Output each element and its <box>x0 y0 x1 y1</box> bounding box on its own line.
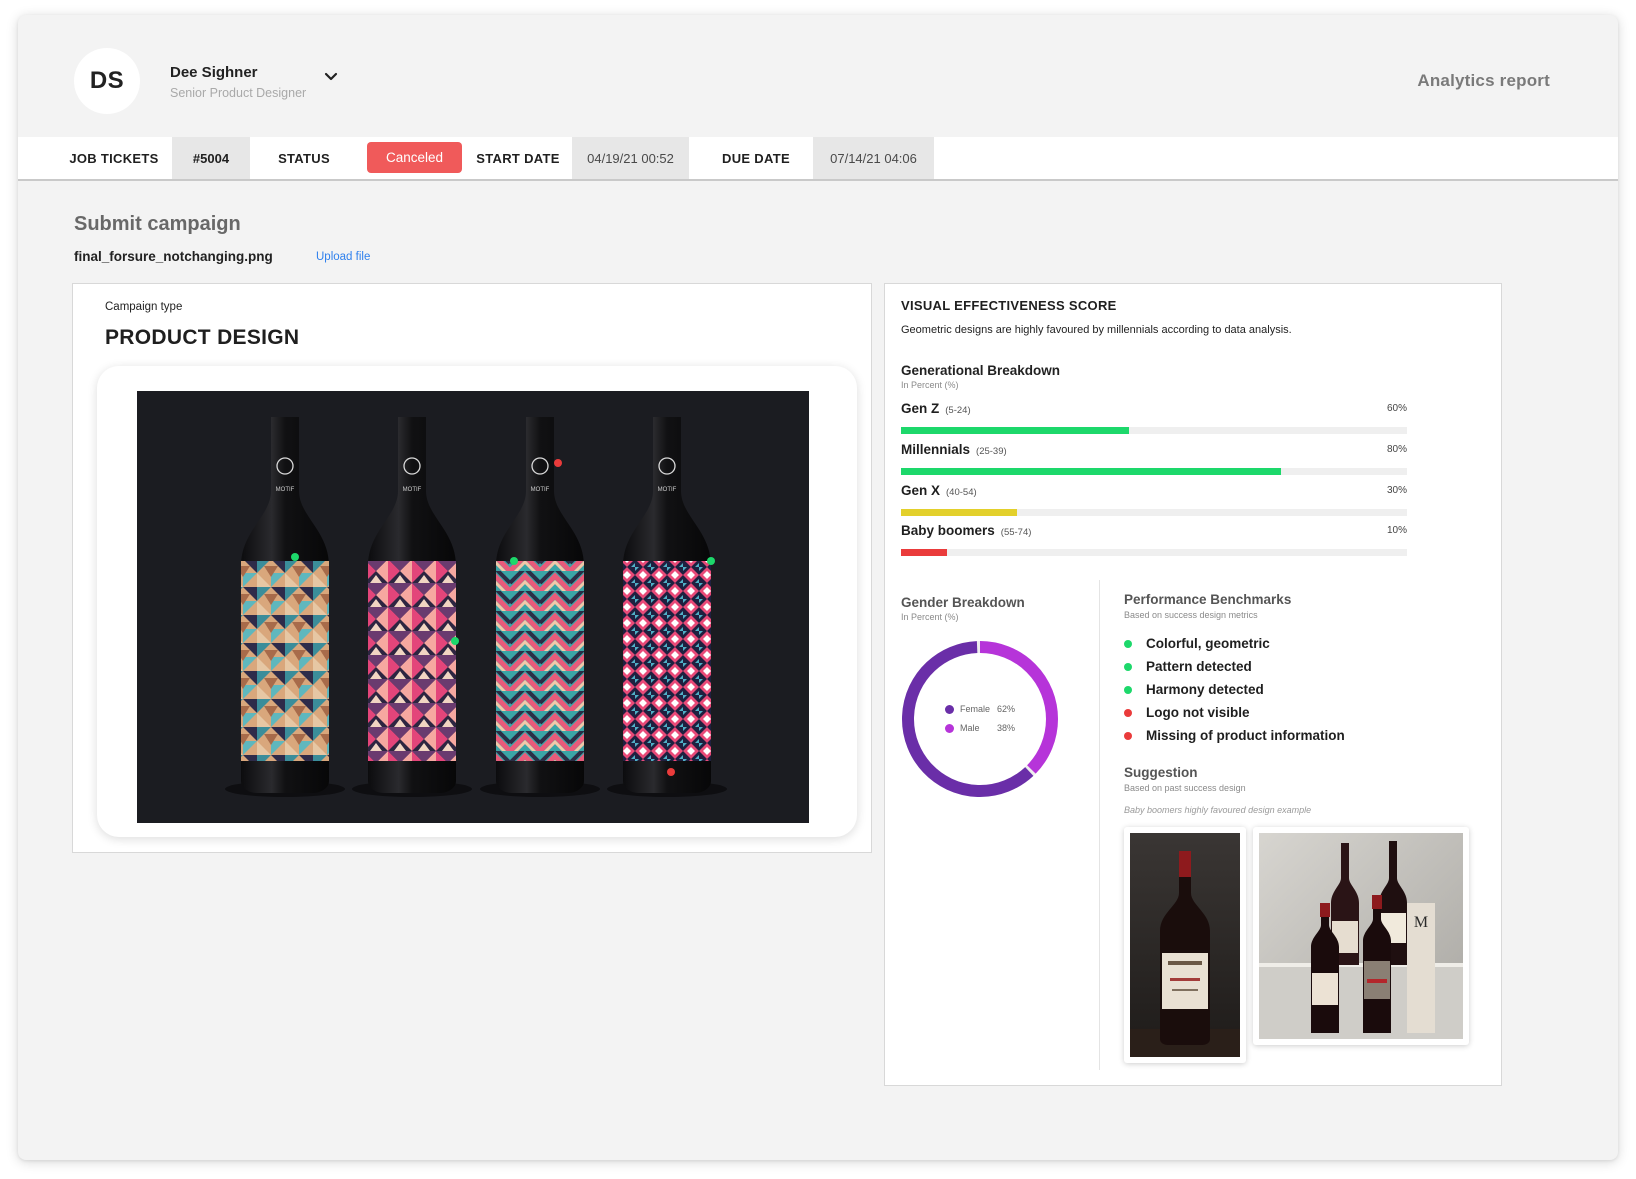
gen-bar-fill <box>901 468 1281 475</box>
product-image[interactable]: MOTIF MOTIF MOTIF MOTIF <box>137 391 809 823</box>
bottle-brand-2: MOTIF <box>403 487 422 493</box>
gen-pct: 60% <box>1386 403 1407 414</box>
detection-marker-fail <box>667 768 675 776</box>
suggestion-caption: Baby boomers highly favoured design exam… <box>1124 805 1312 815</box>
campaign-panel: Campaign type PRODUCT DESIGN MOTIF MOTIF… <box>72 283 872 853</box>
gen-name: Baby boomers (55-74) <box>901 523 1032 538</box>
detection-marker-pass <box>291 553 299 561</box>
generational-subtitle: In Percent (%) <box>901 380 959 390</box>
performance-subtitle: Based on success design metrics <box>1124 610 1258 620</box>
bottle-brand-1: MOTIF <box>276 487 295 493</box>
avatar[interactable]: DS <box>74 48 140 114</box>
effectiveness-panel: VISUAL EFFECTIVENESS SCORE Geometric des… <box>884 283 1502 1086</box>
gen-pct: 30% <box>1386 485 1407 496</box>
gen-pct: 80% <box>1386 444 1407 455</box>
gen-bar-track <box>901 549 1407 556</box>
status-dot <box>1124 685 1132 694</box>
job-tickets-label: JOB TICKETS <box>69 150 159 166</box>
upload-file-link[interactable]: Upload file <box>316 251 370 263</box>
gen-name: Gen Z (5-24) <box>901 401 971 416</box>
gen-bar-track <box>901 468 1407 475</box>
gender-title: Gender Breakdown <box>901 595 1025 610</box>
benchmark-item: Colorful, geometric <box>1124 636 1270 651</box>
gen-bar-fill <box>901 427 1129 434</box>
generational-title: Generational Breakdown <box>901 363 1061 378</box>
due-date-value: 07/14/21 04:06 <box>813 137 934 179</box>
benchmark-item: Pattern detected <box>1124 659 1252 674</box>
legend-male: Male 38% <box>945 723 1015 733</box>
benchmark-item: Harmony detected <box>1124 682 1264 697</box>
effectiveness-title: VISUAL EFFECTIVENESS SCORE <box>901 298 1117 313</box>
status-dot <box>1124 731 1132 740</box>
ticket-bar: JOB TICKETS #5004 STATUS Canceled START … <box>18 137 1618 181</box>
analytics-card: DS Dee Sighner Senior Product Designer A… <box>18 15 1618 1160</box>
user-name: Dee Sighner <box>170 64 258 81</box>
suggestion-photo-1[interactable] <box>1124 827 1246 1063</box>
image-frame: MOTIF MOTIF MOTIF MOTIF <box>97 366 857 837</box>
gen-row-genz: Gen Z (5-24) 60% <box>901 401 1407 437</box>
gen-row-baby-boomers: Baby boomers (55-74) 10% <box>901 523 1407 559</box>
bottle-brand-4: MOTIF <box>658 487 677 493</box>
status-dot <box>1124 708 1132 717</box>
gen-bar-fill <box>901 549 947 556</box>
legend-female: Female 62% <box>945 704 1015 714</box>
gen-row-millennials: Millennials (25-39) 80% <box>901 442 1407 478</box>
gen-name: Millennials (25-39) <box>901 442 1007 457</box>
gen-bar-track <box>901 509 1407 516</box>
gender-subtitle: In Percent (%) <box>901 612 959 622</box>
detection-marker-pass <box>451 637 459 645</box>
suggestion-title: Suggestion <box>1124 765 1198 780</box>
vertical-divider <box>1099 580 1100 1070</box>
performance-title: Performance Benchmarks <box>1124 592 1292 607</box>
svg-text:M: M <box>1414 914 1428 931</box>
start-date-value: 04/19/21 00:52 <box>572 137 689 179</box>
gen-row-genx: Gen X (40-54) 30% <box>901 483 1407 519</box>
campaign-type-label: Campaign type <box>105 301 183 313</box>
suggestion-subtitle: Based on past success design <box>1124 783 1246 793</box>
report-title: Analytics report <box>1417 71 1550 90</box>
donut-segment-female <box>902 641 1058 797</box>
due-date-label: DUE DATE <box>722 150 790 166</box>
detection-marker-fail <box>554 459 562 467</box>
ticket-number[interactable]: #5004 <box>172 137 250 179</box>
user-role: Senior Product Designer <box>170 86 307 100</box>
gen-pct: 10% <box>1386 525 1407 536</box>
chevron-down-icon[interactable] <box>322 68 340 86</box>
wine-bottles-illustration: MOTIF MOTIF MOTIF MOTIF <box>137 391 809 823</box>
detection-marker-pass <box>510 557 518 565</box>
status-label: STATUS <box>278 150 330 166</box>
benchmark-item: Logo not visible <box>1124 705 1250 720</box>
suggestion-photo-2[interactable]: M <box>1253 827 1469 1045</box>
bottle-brand-3: MOTIF <box>531 487 550 493</box>
start-date-label: START DATE <box>476 150 560 166</box>
submit-campaign-title: Submit campaign <box>74 213 241 235</box>
status-dot <box>1124 639 1132 648</box>
legend-dot-female <box>945 704 954 714</box>
file-name: final_forsure_notchanging.png <box>74 249 273 264</box>
benchmark-item: Missing of product information <box>1124 728 1345 743</box>
gen-bar-fill <box>901 509 1018 516</box>
gen-name: Gen X (40-54) <box>901 483 977 498</box>
gen-bar-track <box>901 427 1407 434</box>
status-dot <box>1124 662 1132 671</box>
detection-marker-pass <box>707 557 715 565</box>
legend-dot-male <box>945 723 954 733</box>
effectiveness-description: Geometric designs are highly favoured by… <box>901 324 1292 336</box>
status-badge: Canceled <box>367 142 462 173</box>
gender-donut-chart: Female 62% Male 38% <box>899 638 1061 800</box>
campaign-type-value: PRODUCT DESIGN <box>105 326 300 349</box>
